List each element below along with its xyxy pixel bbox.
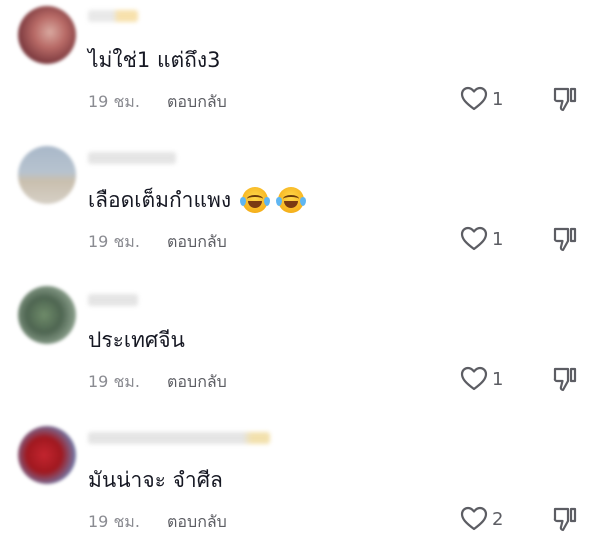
timestamp: 19 ชม. — [88, 232, 140, 251]
thumbs-down-outline-icon — [553, 87, 577, 112]
laughing-with-tears-emoji — [239, 187, 270, 213]
reply-button[interactable]: ตอบกลับ — [167, 512, 227, 531]
like-button[interactable]: 1 — [460, 86, 503, 112]
comment-meta: 19 ชม. ตอบกลับ — [88, 370, 227, 395]
timestamp: 19 ชม. — [88, 372, 140, 391]
comment-text-content: ประเทศจีน — [88, 328, 185, 352]
heart-outline-icon — [460, 226, 488, 251]
avatar[interactable] — [18, 6, 76, 64]
reply-button[interactable]: ตอบกลับ — [167, 372, 227, 391]
comment-meta: 19 ชม. ตอบกลับ — [88, 230, 227, 255]
laughing-with-tears-emoji — [276, 187, 307, 213]
dislike-button[interactable] — [553, 86, 577, 112]
avatar[interactable] — [18, 426, 76, 484]
timestamp: 19 ชม. — [88, 92, 140, 111]
reply-button[interactable]: ตอบกลับ — [167, 92, 227, 111]
like-count: 1 — [492, 88, 504, 110]
comment-text: ประเทศจีน — [88, 326, 185, 354]
like-count: 1 — [492, 368, 504, 390]
reply-button[interactable]: ตอบกลับ — [167, 232, 227, 251]
heart-outline-icon — [460, 506, 488, 531]
heart-outline-icon — [460, 366, 488, 391]
thumbs-down-outline-icon — [553, 367, 577, 392]
comment-item: ประเทศจีน 19 ชม. ตอบกลับ 1 — [0, 280, 600, 420]
heart-outline-icon — [460, 86, 488, 111]
comment-meta: 19 ชม. ตอบกลับ — [88, 510, 227, 535]
comment-text-content: มันน่าจะ จำศีล — [88, 468, 223, 492]
comment-meta: 19 ชม. ตอบกลับ — [88, 90, 227, 115]
dislike-button[interactable] — [553, 366, 577, 392]
like-button[interactable]: 1 — [460, 226, 503, 252]
username-blurred[interactable] — [88, 432, 270, 444]
like-button[interactable]: 2 — [460, 506, 503, 532]
comment-item: เลือดเต็มกำแพง 19 ชม. ตอบกลับ 1 — [0, 140, 600, 280]
like-button[interactable]: 1 — [460, 366, 503, 392]
username-blurred[interactable] — [88, 152, 176, 164]
username-blurred[interactable] — [88, 294, 138, 306]
username-blurred[interactable] — [88, 10, 138, 22]
comment-text-content: เลือดเต็มกำแพง — [88, 188, 232, 212]
avatar[interactable] — [18, 146, 76, 204]
like-count: 2 — [492, 508, 504, 530]
like-count: 1 — [492, 228, 504, 250]
comment-item: มันน่าจะ จำศีล 19 ชม. ตอบกลับ 2 — [0, 420, 600, 560]
timestamp: 19 ชม. — [88, 512, 140, 531]
thumbs-down-outline-icon — [553, 227, 577, 252]
comment-text-content: ไม่ใช่1 แต่ถึง3 — [88, 48, 221, 72]
comment-item: ไม่ใช่1 แต่ถึง3 19 ชม. ตอบกลับ 1 — [0, 0, 600, 140]
avatar[interactable] — [18, 286, 76, 344]
dislike-button[interactable] — [553, 506, 577, 532]
comment-text: เลือดเต็มกำแพง — [88, 186, 307, 214]
dislike-button[interactable] — [553, 226, 577, 252]
comment-text: ไม่ใช่1 แต่ถึง3 — [88, 46, 220, 74]
thumbs-down-outline-icon — [553, 507, 577, 532]
comment-text: มันน่าจะ จำศีล — [88, 466, 223, 494]
